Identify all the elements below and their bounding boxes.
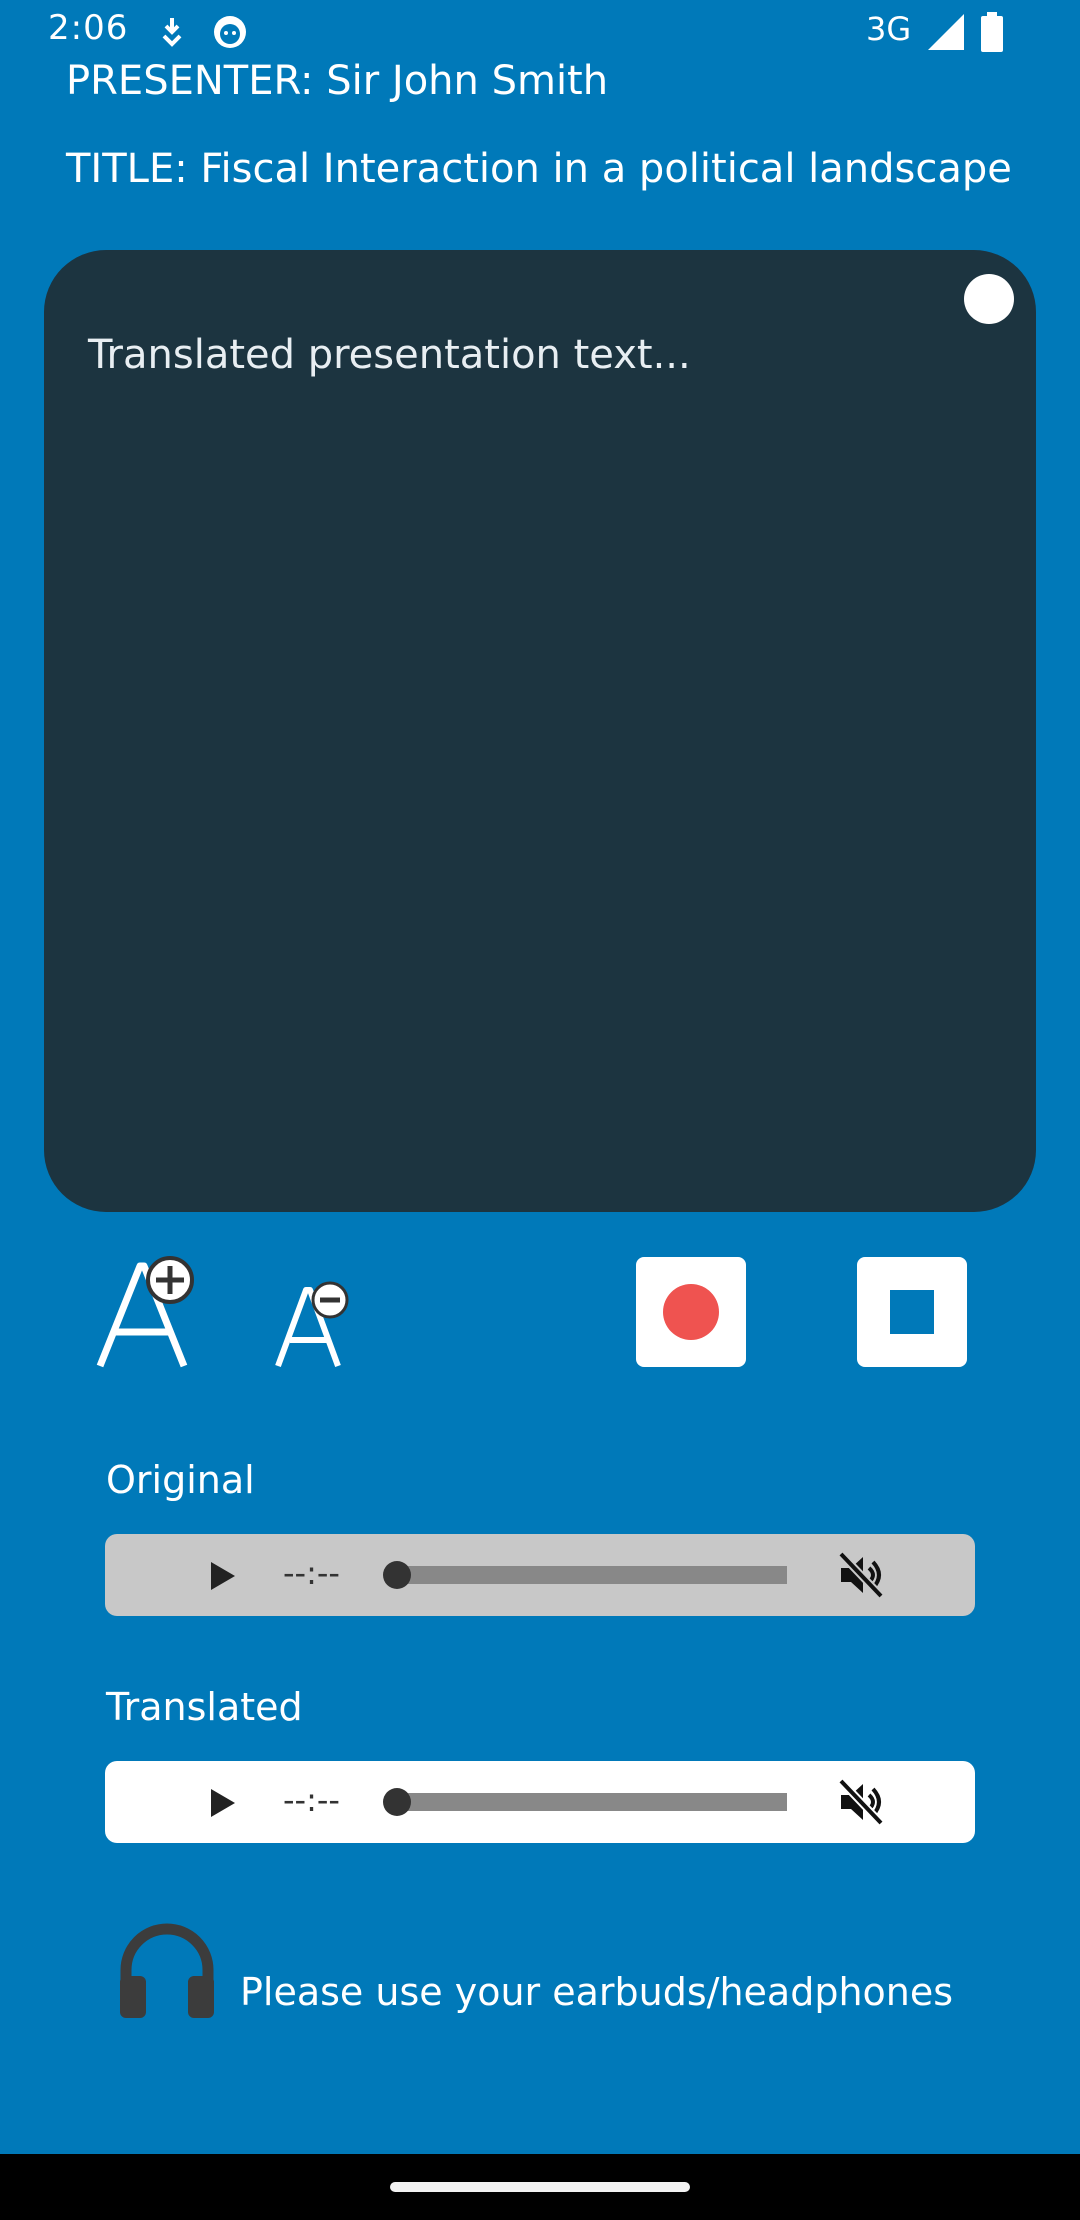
- original-time: --:--: [283, 1554, 340, 1592]
- volume-muted-icon: [838, 1551, 884, 1599]
- cat-face-icon: [212, 14, 248, 50]
- status-time: 2:06: [48, 8, 129, 48]
- translated-audio-player: --:--: [105, 1761, 975, 1843]
- font-decrease-button[interactable]: [274, 1280, 350, 1370]
- home-handle[interactable]: [390, 2182, 690, 2192]
- play-icon: [211, 1789, 235, 1817]
- presenter-label: PRESENTER: Sir John Smith: [66, 58, 609, 104]
- font-size-increase-icon: [96, 1256, 194, 1368]
- stop-icon: [890, 1290, 934, 1334]
- translated-audio-label: Translated: [106, 1685, 303, 1729]
- original-play-button[interactable]: [201, 1556, 241, 1596]
- original-audio-player: --:--: [105, 1534, 975, 1616]
- status-bar: 2:06 3G: [0, 0, 1080, 64]
- original-seek-bar[interactable]: [397, 1566, 787, 1584]
- download-icon: [154, 14, 190, 50]
- panel-status-dot[interactable]: [964, 274, 1014, 324]
- battery-icon: [980, 12, 1004, 52]
- original-mute-button[interactable]: [835, 1550, 885, 1600]
- font-size-decrease-icon: [275, 1281, 349, 1368]
- signal-icon: [926, 12, 966, 52]
- headphones-note: Please use your earbuds/headphones: [240, 1970, 954, 2014]
- presentation-title: TITLE: Fiscal Interaction in a political…: [66, 146, 1012, 192]
- translated-play-button[interactable]: [201, 1783, 241, 1823]
- original-seek-knob[interactable]: [383, 1561, 411, 1589]
- original-audio-label: Original: [106, 1458, 255, 1502]
- volume-muted-icon: [838, 1778, 884, 1826]
- translated-seek-bar[interactable]: [397, 1793, 787, 1811]
- network-type: 3G: [866, 10, 912, 48]
- translated-seek-knob[interactable]: [383, 1788, 411, 1816]
- translated-mute-button[interactable]: [835, 1777, 885, 1827]
- headphones-icon: [116, 1920, 218, 2020]
- translated-time: --:--: [283, 1781, 340, 1819]
- stop-button[interactable]: [857, 1257, 967, 1367]
- navigation-bar: [0, 2154, 1080, 2220]
- translation-panel: Translated presentation text...: [44, 250, 1036, 1212]
- play-icon: [211, 1562, 235, 1590]
- record-button[interactable]: [636, 1257, 746, 1367]
- record-icon: [663, 1284, 719, 1340]
- font-increase-button[interactable]: [96, 1256, 200, 1370]
- translated-text: Translated presentation text...: [88, 332, 691, 378]
